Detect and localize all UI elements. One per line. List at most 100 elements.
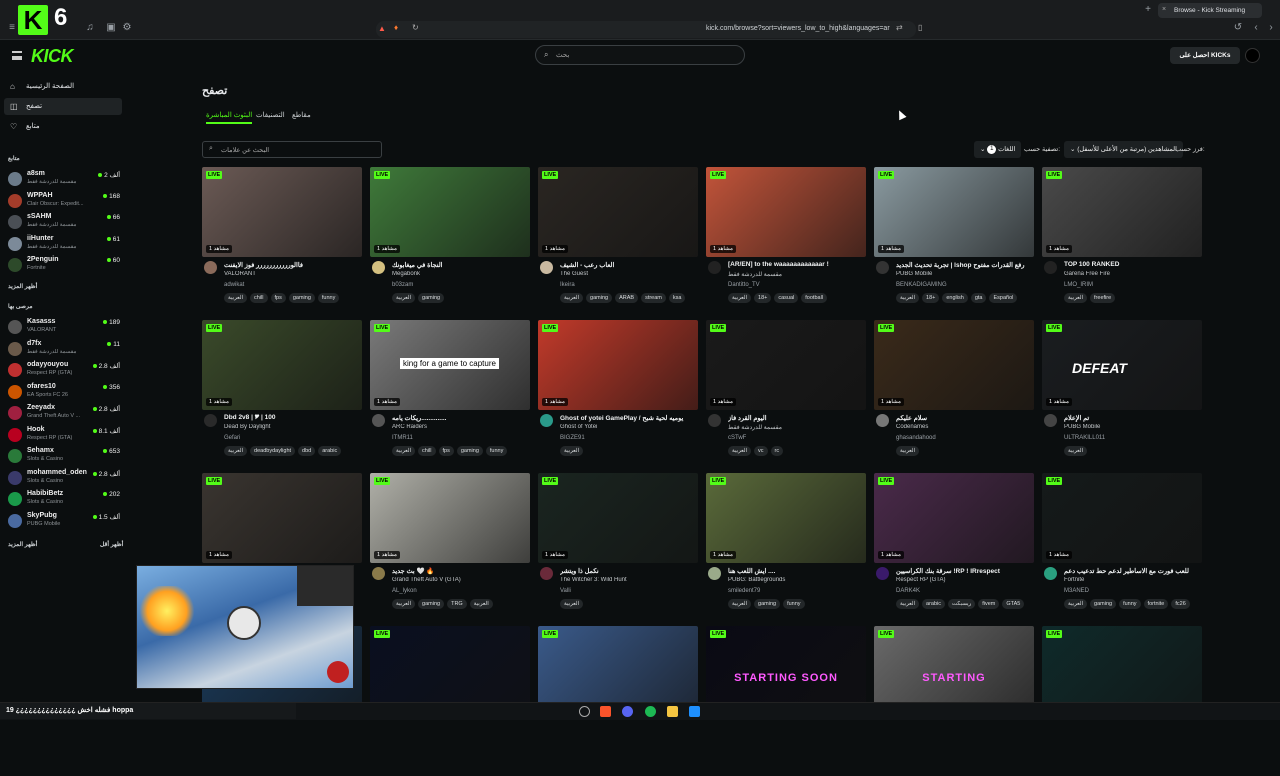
tag-chip[interactable]: TRG bbox=[447, 599, 467, 609]
sidebar-channel-ofares10[interactable]: ofares10 EA Sports FC 26 356 bbox=[8, 382, 122, 402]
stream-thumbnail[interactable]: LIVE 1 مشاهد king for a game to capture bbox=[370, 320, 530, 410]
stream-thumbnail[interactable]: LIVE 1 مشاهد bbox=[874, 167, 1034, 257]
stream-card[interactable]: LIVE 1 مشاهد TOP 100 RANKED Garena Free Fir… bbox=[1042, 167, 1202, 317]
avatar[interactable] bbox=[372, 567, 385, 580]
stream-card[interactable]: LIVE 1 مشاهد king for a game to capture ريك… bbox=[370, 320, 530, 470]
tag-chip[interactable]: rc bbox=[770, 446, 784, 456]
sidebar-channel-mohammed_oden[interactable]: mohammed_oden Slots & Casino 2.8 ألف bbox=[8, 468, 122, 488]
streamer-name[interactable]: ITMR11 bbox=[392, 435, 413, 441]
forward-icon[interactable]: › bbox=[1265, 22, 1277, 34]
streamer-name[interactable]: BENKADIGAMING bbox=[896, 282, 947, 288]
stream-category[interactable]: مقسمة للدردشة فقط bbox=[728, 271, 864, 278]
stream-thumbnail[interactable]: LIVE 1 مشاهد bbox=[1042, 167, 1202, 257]
tag-chip[interactable]: العربية bbox=[728, 599, 752, 609]
streamer-name[interactable]: Valli bbox=[560, 588, 571, 594]
streamer-name[interactable]: LMO_IRIM bbox=[1064, 282, 1093, 288]
avatar[interactable] bbox=[708, 414, 721, 427]
streamer-name[interactable]: M3ANED bbox=[1064, 588, 1089, 594]
tag-chip[interactable]: العربية bbox=[392, 293, 416, 303]
tag-chip[interactable]: chill bbox=[418, 446, 436, 456]
avatar[interactable] bbox=[540, 261, 553, 274]
sidebar-channel-iihunter[interactable]: iiHunter مقسمة للدردشة فقط 61 bbox=[8, 234, 122, 254]
stream-title[interactable]: للعب فورت مع الاساطير لدعم حط تدعيب دعم bbox=[1064, 567, 1200, 575]
sidebar-channel-hook[interactable]: Hook Respect RP (GTA) 8.1 ألف bbox=[8, 425, 122, 445]
stream-title[interactable]: TOP 100 RANKED bbox=[1064, 261, 1200, 268]
stream-card[interactable]: LIVE 1 مشاهد للعب فورت مع الاساطير لدعم حط… bbox=[1042, 473, 1202, 623]
stream-title[interactable]: [AR/EN] to the waaaaaaaaaaaar ! bbox=[728, 261, 864, 268]
show-more-following[interactable]: أظهر المزيد bbox=[8, 283, 37, 290]
stream-thumbnail[interactable]: LIVE 1 مشاهد bbox=[538, 167, 698, 257]
tag-chip[interactable]: العربية bbox=[1064, 599, 1088, 609]
stream-title[interactable]: تم الإعلام bbox=[1064, 414, 1200, 422]
streamer-name[interactable]: BIGZE91 bbox=[560, 435, 585, 441]
sidebar-item-home[interactable]: ⌂ الصفحة الرئيسية bbox=[4, 78, 122, 95]
tag-chip[interactable]: العربية bbox=[560, 446, 584, 456]
stream-thumbnail[interactable]: LIVE 1 مشاهد bbox=[1042, 473, 1202, 563]
avatar[interactable] bbox=[708, 567, 721, 580]
stream-category[interactable]: ARC Raiders bbox=[392, 424, 528, 430]
stream-category[interactable]: Dead By Daylight bbox=[224, 424, 360, 430]
stream-category[interactable]: مقسمة للدردشة فقط bbox=[728, 424, 864, 431]
tag-chip[interactable]: stream bbox=[641, 293, 666, 303]
stream-category[interactable]: Grand Theft Auto V (GTA) bbox=[392, 577, 528, 583]
translate-icon[interactable]: ⇄ bbox=[896, 23, 903, 32]
avatar[interactable] bbox=[876, 414, 889, 427]
stream-thumbnail[interactable]: LIVE 1 مشاهد bbox=[370, 473, 530, 563]
stream-card[interactable]: LIVE bbox=[370, 626, 530, 776]
tag-chip[interactable]: Español bbox=[989, 293, 1018, 303]
stream-thumbnail[interactable]: LIVE 1 مشاهد bbox=[202, 320, 362, 410]
streamer-name[interactable]: b03zam bbox=[392, 282, 413, 288]
tag-chip[interactable]: gaming bbox=[1090, 599, 1117, 609]
tag-chip[interactable]: casual bbox=[774, 293, 799, 303]
tag-chip[interactable]: gaming bbox=[754, 599, 781, 609]
address-bar[interactable]: ▲ ♦ ↻ kick.com/browse?sort=viewers_low_t… bbox=[376, 21, 922, 38]
settings-icon[interactable] bbox=[579, 706, 590, 717]
sidebar-channel-wppah[interactable]: WPPAH Clair Obscur: Expedit... 168 bbox=[8, 191, 122, 211]
tag-chip[interactable]: العربية bbox=[224, 446, 248, 456]
history-icon[interactable]: ↺ bbox=[1232, 22, 1244, 34]
stream-category[interactable]: VALORANT bbox=[224, 271, 360, 277]
streamer-name[interactable]: Gefari bbox=[224, 435, 240, 441]
tag-chip[interactable]: العربية bbox=[896, 293, 920, 303]
avatar[interactable] bbox=[1044, 414, 1057, 427]
stream-category[interactable]: The Witcher 3: Wild Hunt bbox=[560, 577, 696, 583]
stream-card[interactable]: LIVE bbox=[538, 626, 698, 776]
get-kicks-button[interactable]: احصل على KICKs bbox=[1170, 47, 1240, 64]
tag-chip[interactable]: العربية bbox=[728, 446, 752, 456]
sidebar-channel-kasasss[interactable]: Kasasss VALORANT 189 bbox=[8, 317, 122, 337]
stream-title[interactable]: تجربة تحديث الجديد | lshop رفع القدرات م… bbox=[896, 261, 1032, 269]
tag-chip[interactable]: dbd bbox=[298, 446, 316, 456]
stream-card[interactable]: LIVE 1 مشاهد سرقة بنك الكراسيين !RP ! lRre… bbox=[874, 473, 1034, 623]
browser-tab[interactable]: × Browse - Kick Streaming bbox=[1158, 3, 1262, 18]
stream-title[interactable]: سلام عليكم bbox=[896, 414, 1032, 422]
stream-thumbnail[interactable]: LIVE 1 مشاهد bbox=[538, 473, 698, 563]
tag-chip[interactable]: vc bbox=[754, 446, 768, 456]
stream-category[interactable]: Respect RP (GTA) bbox=[896, 577, 1032, 583]
tag-chip[interactable]: deadbydaylight bbox=[250, 446, 296, 456]
tag-chip[interactable]: gaming bbox=[456, 446, 483, 456]
tag-chip[interactable]: العربية bbox=[560, 599, 584, 609]
sidebar-channel-a8sm[interactable]: a8sm مقسمة للدردشة فقط 2 ألف bbox=[8, 169, 122, 189]
hamburger-icon[interactable] bbox=[12, 51, 22, 60]
tabs-icon[interactable]: ▣ bbox=[105, 22, 117, 34]
tag-chip[interactable]: العربية bbox=[560, 293, 584, 303]
stream-title[interactable]: اليوم القرد فاز bbox=[728, 414, 864, 422]
stream-thumbnail[interactable]: LIVE 1 مشاهد bbox=[538, 320, 698, 410]
stream-card[interactable]: LIVE 1 مشاهد سلام عليكم Codenames ghasandaho… bbox=[874, 320, 1034, 470]
stream-card[interactable]: LIVE bbox=[1042, 626, 1202, 776]
stream-title[interactable]: سرقة بنك الكراسيين !RP ! lRrespect bbox=[896, 567, 1032, 575]
new-tab-icon[interactable]: + bbox=[1142, 4, 1154, 16]
sort-dropdown[interactable]: ⌄ المشاهدين (مرتبة من الأعلى للأسفل) bbox=[1064, 141, 1183, 158]
tag-chip[interactable]: ksa bbox=[668, 293, 686, 303]
stream-thumbnail[interactable]: LIVE 1 مشاهد bbox=[706, 320, 866, 410]
file-explorer-icon[interactable] bbox=[667, 706, 678, 717]
tag-chip[interactable]: gaming bbox=[288, 293, 315, 303]
tag-chip[interactable]: العربية bbox=[896, 599, 920, 609]
stream-card[interactable]: LIVE STARTING SOON bbox=[706, 626, 866, 776]
stream-card[interactable]: LIVE 1 مشاهد ايش اللعب هنا .... PUBG: Battl… bbox=[706, 473, 866, 623]
streamer-name[interactable]: ghasandahood bbox=[896, 435, 936, 441]
show-more-recommended[interactable]: أظهر المزيد bbox=[8, 541, 37, 548]
tag-chip[interactable]: chill bbox=[250, 293, 268, 303]
stream-card[interactable]: LIVE 1 مشاهد النجاة في ميغابونك Megabonk b03… bbox=[370, 167, 530, 317]
stream-title[interactable]: فاالوررررررررررر فوز الايفنت bbox=[224, 261, 360, 269]
